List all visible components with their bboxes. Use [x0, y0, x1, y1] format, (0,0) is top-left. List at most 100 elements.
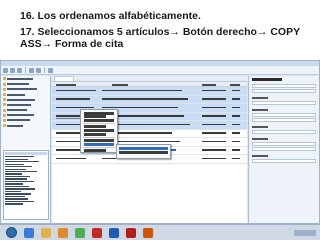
context-menu-item[interactable]: [84, 125, 106, 129]
folder-icon: [3, 82, 6, 86]
tag-entry[interactable]: [5, 193, 32, 195]
tag-entry[interactable]: [5, 178, 27, 180]
items-tab[interactable]: [54, 76, 74, 81]
tag-selector: [3, 150, 49, 220]
context-menu-item-highlighted[interactable]: [84, 142, 114, 146]
add-by-identifier-icon[interactable]: [17, 67, 22, 73]
collection-item[interactable]: [3, 77, 48, 82]
context-menu-item[interactable]: [84, 138, 114, 143]
context-menu-item[interactable]: [84, 128, 114, 133]
collection-item[interactable]: [3, 92, 48, 97]
chrome-icon[interactable]: [75, 227, 85, 238]
tag-entry[interactable]: [5, 190, 21, 193]
tag-entry[interactable]: [5, 158, 29, 160]
new-note-icon[interactable]: [29, 67, 34, 73]
column-year[interactable]: [230, 83, 240, 86]
details-field[interactable]: [252, 158, 316, 163]
column-date[interactable]: [202, 83, 216, 86]
tag-entry[interactable]: [5, 183, 24, 185]
tag-entry[interactable]: [5, 200, 35, 203]
tag-entry[interactable]: [5, 188, 36, 190]
collection-item[interactable]: [3, 97, 48, 102]
new-collection-icon[interactable]: [3, 67, 8, 73]
main-toolbar: [1, 66, 319, 75]
collection-item[interactable]: [3, 103, 48, 108]
details-label: [252, 96, 268, 99]
folder-icon: [3, 103, 6, 107]
collection-item[interactable]: [3, 82, 48, 87]
submenu-item-highlighted[interactable]: [119, 147, 168, 150]
details-field[interactable]: [252, 129, 316, 134]
menu-separator: [83, 136, 115, 138]
context-menu-item[interactable]: [84, 119, 114, 123]
tag-entry[interactable]: [5, 166, 33, 168]
details-label: [252, 108, 268, 111]
zotero-icon[interactable]: [126, 227, 136, 238]
tag-entry[interactable]: [5, 163, 24, 165]
details-field[interactable]: [252, 117, 316, 122]
windows-start-icon[interactable]: [6, 227, 17, 238]
details-title: [252, 78, 282, 81]
slide-title: 16. Los ordenamos alfabéticamente.: [20, 10, 201, 22]
tag-entry[interactable]: [5, 173, 22, 175]
collection-item[interactable]: [3, 87, 48, 92]
context-menu-item[interactable]: [84, 148, 106, 152]
tag-entry[interactable]: [5, 195, 26, 198]
tag-entry[interactable]: [5, 171, 37, 173]
folder-icon: [3, 87, 6, 91]
tag-entry[interactable]: [5, 156, 35, 158]
context-menu-item[interactable]: [84, 132, 106, 136]
internet-explorer-icon[interactable]: [24, 227, 34, 238]
folder-icon: [3, 93, 6, 96]
submenu-item[interactable]: [119, 151, 168, 154]
new-item-icon[interactable]: [10, 67, 15, 73]
tag-entry[interactable]: [5, 180, 34, 183]
item-row[interactable]: [52, 87, 247, 96]
details-field[interactable]: [252, 100, 316, 105]
windows-taskbar: [0, 224, 320, 240]
submenu: [116, 144, 171, 159]
trash-icon: [3, 124, 6, 128]
tag-entry[interactable]: [5, 161, 39, 163]
search-icon[interactable]: [48, 67, 53, 73]
details-field[interactable]: [252, 112, 316, 117]
folder-icon: [3, 77, 6, 81]
collection-item[interactable]: [3, 123, 48, 128]
details-field[interactable]: [252, 146, 316, 151]
column-title[interactable]: [56, 83, 76, 86]
collection-item[interactable]: [3, 108, 48, 113]
details-label: [252, 125, 268, 128]
details-field[interactable]: [252, 83, 316, 88]
tag-entry[interactable]: [5, 198, 29, 200]
system-tray[interactable]: [294, 229, 316, 236]
collection-item[interactable]: [3, 113, 48, 118]
folder-icon: [3, 108, 6, 112]
media-player-icon[interactable]: [58, 227, 68, 238]
folder-icon: [3, 113, 6, 117]
details-field[interactable]: [252, 141, 316, 146]
powerpoint-icon[interactable]: [143, 227, 153, 238]
tag-entry[interactable]: [5, 185, 30, 188]
collection-item[interactable]: [3, 118, 48, 123]
word-icon[interactable]: [109, 227, 119, 238]
toolbar-divider: [25, 67, 26, 73]
tag-entry[interactable]: [5, 168, 26, 170]
tag-entry[interactable]: [5, 203, 23, 205]
explorer-folder-icon[interactable]: [41, 227, 51, 238]
folder-icon: [3, 118, 6, 122]
folder-icon: [3, 98, 6, 102]
context-menu-item[interactable]: [84, 111, 114, 115]
column-abstract[interactable]: [112, 83, 128, 86]
attachment-icon[interactable]: [36, 67, 41, 73]
context-menu: [80, 109, 118, 153]
context-menu-item[interactable]: [84, 115, 106, 119]
menu-separator: [83, 146, 115, 148]
tag-entry[interactable]: [5, 175, 31, 178]
item-details-pane: [248, 76, 319, 223]
acrobat-icon[interactable]: [92, 227, 102, 238]
item-row[interactable]: [52, 95, 247, 104]
instruction-line-2: ASS→ Forma de cita: [20, 38, 124, 50]
menu-separator: [83, 123, 115, 125]
toolbar-divider: [44, 67, 45, 73]
details-field[interactable]: [252, 88, 316, 93]
